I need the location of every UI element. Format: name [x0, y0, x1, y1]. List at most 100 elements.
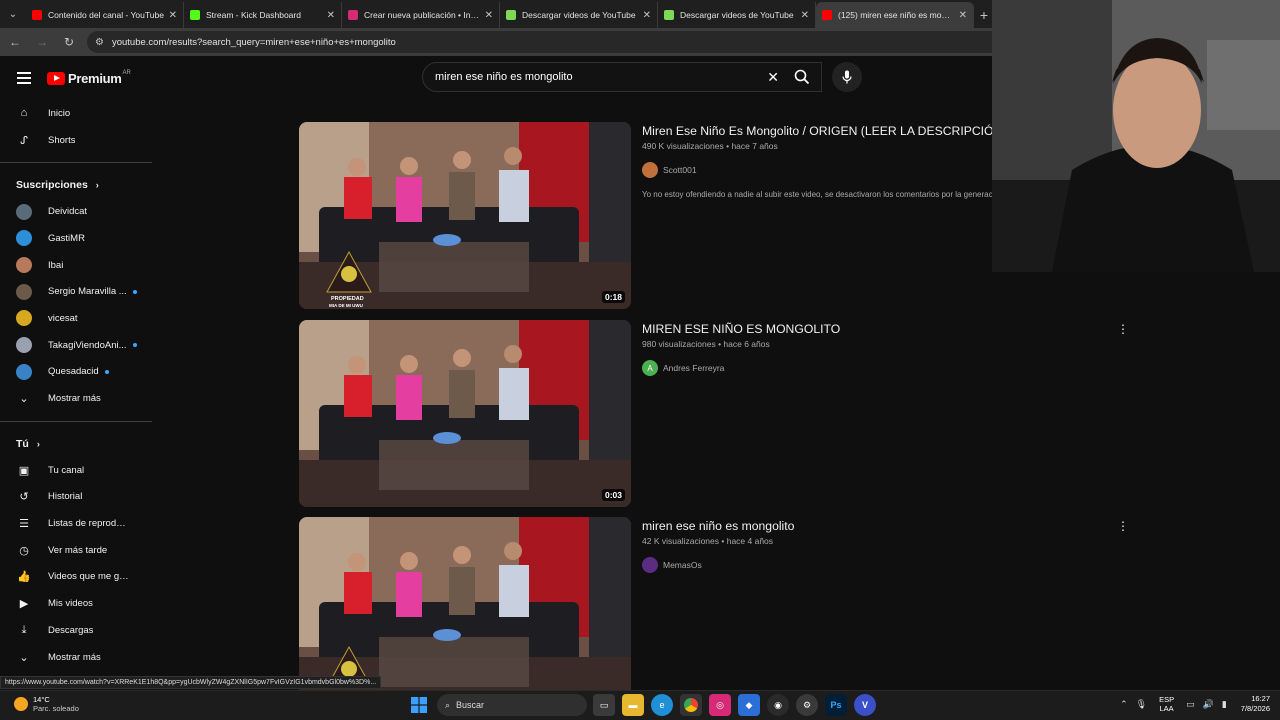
sidebar-item-you[interactable]: ↺ Historial	[0, 484, 152, 511]
clock-date: 7/8/2026	[1240, 704, 1270, 713]
sidebar-item-you[interactable]: ▣ Tu canal	[0, 457, 152, 484]
show-more-subscriptions[interactable]: ⌄ Mostrar más	[0, 385, 152, 412]
network-icon[interactable]: ▭	[1186, 699, 1195, 710]
sidebar-item-shorts[interactable]: ᔑ Shorts	[0, 127, 152, 154]
video-title[interactable]: MIREN ESE NIÑO ES MONGOLITO	[642, 322, 1002, 336]
steam-icon[interactable]: ⚙	[796, 694, 818, 716]
sidebar-item-you[interactable]: ⤓ Descargas	[0, 617, 152, 644]
video-title[interactable]: Miren Ese Niño Es Mongolito / ORIGEN (LE…	[642, 124, 1010, 138]
tab-favicon-icon	[822, 10, 832, 20]
browser-tab[interactable]: (125) miren ese niño es mongo ✕	[816, 2, 974, 28]
forward-arrow-icon[interactable]: →	[30, 30, 54, 54]
clear-search-icon[interactable]: ✕	[767, 69, 779, 86]
chrome-icon[interactable]	[680, 694, 702, 716]
battery-icon[interactable]: ▮	[1222, 699, 1227, 710]
tray-mic-icon[interactable]: 🎙	[1136, 699, 1147, 710]
voice-search-button[interactable]	[832, 62, 862, 92]
download-icon: ⤓	[21, 623, 27, 636]
chevron-right-icon: ›	[36, 438, 40, 449]
browser-tab[interactable]: Descargar videos de YouTube ✕	[658, 2, 816, 28]
more-options-icon[interactable]: ⋮	[1117, 519, 1129, 533]
subscription-item[interactable]: Deividcat	[0, 198, 152, 225]
tab-close-icon[interactable]: ✕	[485, 10, 493, 21]
edge-browser-icon[interactable]: e	[651, 694, 673, 716]
sidebar-item-label: Historial	[48, 491, 83, 503]
channel-name: Scott001	[663, 165, 697, 175]
windows-start-icon[interactable]	[408, 694, 430, 716]
browser-tab[interactable]: Crear nueva publicación • Insta ✕	[342, 2, 500, 28]
obs-icon[interactable]: ◉	[767, 694, 789, 716]
tab-close-icon[interactable]: ✕	[643, 10, 651, 21]
status-url: https://www.youtube.com/watch?v=XRReK1E1…	[5, 679, 377, 686]
site-info-icon[interactable]: ⚙	[95, 37, 104, 48]
show-more-you[interactable]: ⌄ Mostrar más	[0, 644, 152, 671]
sidebar-item-you[interactable]: ◷ Ver más tarde	[0, 537, 152, 564]
subscription-label: vicesat	[48, 312, 78, 324]
subscription-label: Sergio Maravilla ...	[48, 286, 127, 298]
tab-close-icon[interactable]: ✕	[327, 10, 335, 21]
video-title[interactable]: miren ese niño es mongolito	[642, 519, 1002, 533]
subscriptions-header[interactable]: Suscripciones ›	[0, 172, 152, 198]
windows-taskbar: 14°C Parc. soleado ⌕ Buscar ▭ ▬ e ◎ ◆ ◉ …	[0, 690, 1280, 720]
menu-hamburger-icon[interactable]	[17, 69, 31, 87]
taskbar-search[interactable]: ⌕ Buscar	[437, 694, 587, 716]
tab-title: Contenido del canal - YouTube	[48, 10, 164, 20]
channel-link[interactable]: MemasOs	[642, 557, 1002, 573]
photoshop-icon[interactable]: Ps	[825, 694, 847, 716]
taskbar-search-icon: ⌕	[445, 699, 451, 710]
sidebar-item-you[interactable]: 👍 Videos que me gus...	[0, 564, 152, 591]
video-thumbnail[interactable]: 0:03	[299, 320, 631, 507]
sidebar-divider	[0, 162, 152, 164]
tab-favicon-icon	[664, 10, 674, 20]
channel-avatar	[16, 310, 32, 327]
new-tab-button[interactable]: +	[974, 2, 994, 28]
app-store-icon[interactable]: ◆	[738, 694, 760, 716]
task-view-icon[interactable]: ▭	[593, 694, 615, 716]
subscription-item[interactable]: Ibai	[0, 252, 152, 279]
subscription-item[interactable]: Sergio Maravilla ...	[0, 278, 152, 305]
more-options-icon[interactable]: ⋮	[1117, 322, 1129, 336]
subscription-item[interactable]: TakagiViendoAni...	[0, 332, 152, 359]
instagram-icon[interactable]: ◎	[709, 694, 731, 716]
video-thumbnail[interactable]: PROPIEDAD MIA DE MI UWU 0:18	[299, 122, 631, 309]
reload-icon[interactable]: ↻	[57, 30, 81, 54]
tab-favicon-icon	[348, 10, 358, 20]
country-code: AR	[122, 70, 131, 76]
volume-icon[interactable]: 🔊	[1203, 699, 1214, 710]
channel-avatar	[642, 557, 658, 573]
subscription-label: Deividcat	[48, 206, 88, 218]
tab-search-chevron-icon[interactable]: ⌄	[0, 0, 26, 28]
subscription-item[interactable]: GastiMR	[0, 225, 152, 252]
sidebar-item-label: Ver más tarde	[48, 544, 108, 556]
browser-tab[interactable]: Descargar videos de YouTube ✕	[500, 2, 658, 28]
browser-tab[interactable]: Stream - Kick Dashboard ✕	[184, 2, 342, 28]
sidebar-item-you[interactable]: ▶ Mis videos	[0, 590, 152, 617]
webcam-person-image	[992, 0, 1280, 272]
language-indicator[interactable]: ESP LAA	[1159, 695, 1174, 713]
search-input[interactable]: miren ese niño es mongolito ✕	[422, 62, 822, 92]
taskbar-clock[interactable]: 16:27 7/8/2026	[1241, 694, 1270, 714]
you-header[interactable]: Tú ›	[0, 431, 152, 457]
browser-tab[interactable]: Contenido del canal - YouTube ✕	[26, 2, 184, 28]
sidebar-item-you[interactable]: ☰ Listas de reproducc...	[0, 510, 152, 537]
tray-chevron-up-icon[interactable]: ⌃	[1120, 699, 1128, 710]
tab-close-icon[interactable]: ✕	[801, 10, 809, 21]
subscription-item[interactable]: Quesadacid	[0, 359, 152, 386]
tab-close-icon[interactable]: ✕	[959, 10, 967, 21]
video-stats: 42 K visualizaciones • hace 4 años	[642, 536, 774, 546]
subscription-item[interactable]: vicesat	[0, 305, 152, 332]
system-tray: ⌃ 🎙 ESP LAA ▭ 🔊 ▮ 16:27 7/8/2026	[1116, 694, 1270, 714]
channel-link[interactable]: A Andres Ferreyra	[642, 360, 1002, 376]
back-arrow-icon[interactable]: ←	[3, 30, 27, 54]
link-preview-status: https://www.youtube.com/watch?v=XRReK1E1…	[0, 676, 382, 689]
vpn-icon[interactable]: V	[854, 694, 876, 716]
channel-name: Andres Ferreyra	[663, 363, 725, 373]
search-button[interactable]	[785, 62, 819, 92]
tab-close-icon[interactable]: ✕	[169, 10, 177, 21]
sidebar-item-inicio[interactable]: ⌂ Inicio	[0, 100, 152, 127]
weather-widget[interactable]: 14°C Parc. soleado	[14, 695, 79, 713]
search-icon	[794, 69, 810, 85]
file-explorer-icon[interactable]: ▬	[622, 694, 644, 716]
channel-link[interactable]: Scott001	[642, 162, 1002, 178]
youtube-premium-logo[interactable]: Premium AR	[47, 70, 131, 86]
